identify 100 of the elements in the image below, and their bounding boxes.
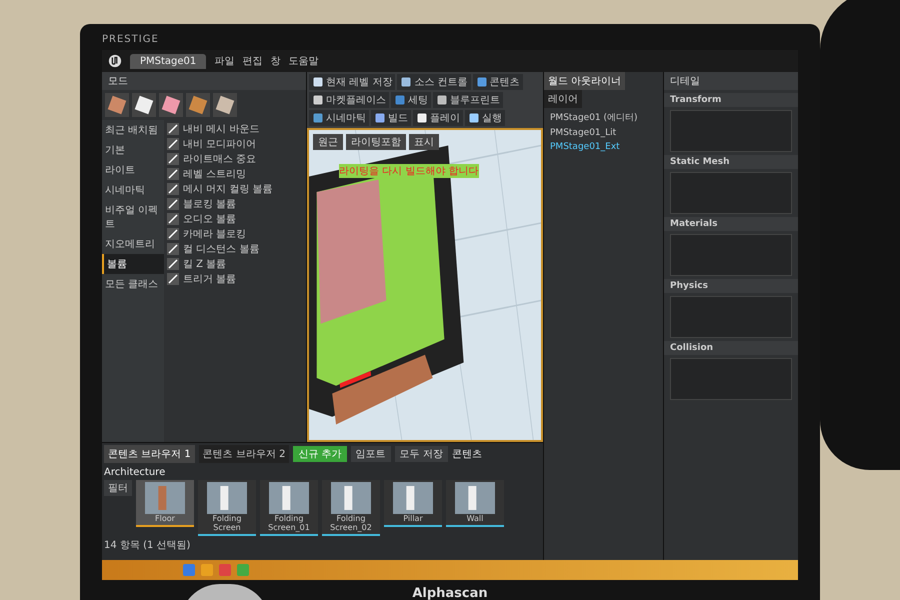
mode-icon[interactable] xyxy=(213,93,237,117)
actor-item[interactable]: 메시 머지 컬링 볼륨 xyxy=(183,182,273,196)
actor-item[interactable]: 트리거 볼륨 xyxy=(183,272,236,286)
path-crumb[interactable]: 콘텐츠 xyxy=(452,447,482,461)
volume-icon xyxy=(166,182,180,196)
mode-icon[interactable] xyxy=(105,93,129,117)
property-field[interactable] xyxy=(670,358,792,400)
outliner-item[interactable]: PMStage01_Lit xyxy=(544,127,663,139)
asset-tile[interactable]: Folding Screen xyxy=(198,480,256,536)
asset-label: Folding Screen_02 xyxy=(329,514,373,532)
asset-tile[interactable]: Wall xyxy=(446,480,504,527)
asset-tile[interactable]: Folding Screen_01 xyxy=(260,480,318,536)
volume-icon xyxy=(166,242,180,256)
brand-label: Alphascan xyxy=(412,585,488,600)
filter-button[interactable]: 필터 xyxy=(104,480,132,496)
path-crumb[interactable]: Architecture xyxy=(104,467,166,478)
toolbar-button[interactable]: 플레이 xyxy=(413,110,463,126)
actor-item[interactable]: 블로킹 볼륨 xyxy=(183,197,236,211)
actor-item[interactable]: 오디오 볼륨 xyxy=(183,212,236,226)
toolbar-button[interactable]: 시네마틱 xyxy=(309,110,369,126)
panel-title: 모드 xyxy=(102,72,306,90)
toolbar-button[interactable]: 소스 컨트롤 xyxy=(397,74,471,90)
actor-item[interactable]: 컬 디스턴스 볼륨 xyxy=(183,242,260,256)
tool-icon xyxy=(312,94,324,106)
tool-icon xyxy=(416,112,428,124)
outliner-item[interactable]: PMStage01 (에디터) xyxy=(544,110,663,125)
asset-tile[interactable]: Folding Screen_02 xyxy=(322,480,380,536)
tool-icon xyxy=(312,112,324,124)
tool-icon xyxy=(374,112,386,124)
category-item[interactable]: 지오메트리 xyxy=(102,234,164,254)
category-item[interactable]: 볼륨 xyxy=(102,254,164,274)
level-tab[interactable]: PMStage01 xyxy=(130,54,206,68)
asset-thumbnail xyxy=(145,482,185,514)
asset-tile[interactable]: Floor xyxy=(136,480,194,527)
section-header[interactable]: Materials xyxy=(664,217,798,231)
app-icon[interactable] xyxy=(200,563,214,577)
tool-icon xyxy=(394,94,406,106)
category-item[interactable]: 모든 클래스 xyxy=(102,274,164,294)
asset-tile[interactable]: Pillar xyxy=(384,480,442,527)
panel-tab[interactable]: 콘텐츠 브라우저 1 xyxy=(104,445,195,463)
panel-tab[interactable]: 월드 아웃라이너 xyxy=(544,72,626,90)
volume-icon xyxy=(166,257,180,271)
tool-icon xyxy=(476,76,488,88)
menu-item[interactable]: 파일 xyxy=(214,54,234,68)
toolbar-button[interactable]: 현재 레벨 저장 xyxy=(309,74,396,90)
section-header[interactable]: Static Mesh xyxy=(664,155,798,169)
mode-icon[interactable] xyxy=(132,93,156,117)
section-header[interactable]: Collision xyxy=(664,341,798,355)
toolbar-button[interactable]: 블루프린트 xyxy=(433,92,503,108)
property-field[interactable] xyxy=(670,172,792,214)
actor-item[interactable]: 카메라 블로킹 xyxy=(183,227,246,241)
asset-label: Floor xyxy=(155,514,175,523)
actor-item[interactable]: 킬 Z 볼륨 xyxy=(183,257,226,271)
panel-title: 디테일 xyxy=(664,72,798,90)
app-icon[interactable] xyxy=(236,563,250,577)
property-field[interactable] xyxy=(670,234,792,276)
menu-item[interactable]: 도움말 xyxy=(288,54,318,68)
property-field[interactable] xyxy=(670,296,792,338)
toolbar-button[interactable]: 마켓플레이스 xyxy=(309,92,389,108)
category-item[interactable]: 라이트 xyxy=(102,160,164,180)
volume-icon xyxy=(166,197,180,211)
category-item[interactable]: 비주얼 이펙트 xyxy=(102,200,164,234)
app-icon[interactable] xyxy=(182,563,196,577)
actor-item[interactable]: 내비 모디파이어 xyxy=(183,137,256,151)
asset-thumbnail xyxy=(331,482,371,514)
app-icon[interactable] xyxy=(218,563,232,577)
toolbar-button[interactable]: 실행 xyxy=(465,110,505,126)
outliner-item[interactable]: PMStage01_Ext xyxy=(544,141,663,153)
actor-item[interactable]: 라이트매스 중요 xyxy=(183,152,256,166)
panel-tab[interactable]: 콘텐츠 브라우저 2 xyxy=(198,445,290,463)
tool-icon xyxy=(468,112,480,124)
asset-label: Wall xyxy=(466,514,484,523)
category-item[interactable]: 기본 xyxy=(102,140,164,160)
asset-thumbnail xyxy=(393,482,433,514)
toolbar-button[interactable]: 세팅 xyxy=(391,92,431,108)
item-count: 14 항목 (1 선택됨) xyxy=(104,539,192,552)
menu-item[interactable]: 창 xyxy=(270,54,280,68)
actor-item[interactable]: 레벨 스트리밍 xyxy=(183,167,246,181)
panel-tab[interactable]: 레이어 xyxy=(544,90,582,108)
asset-label: Folding Screen xyxy=(212,514,242,532)
warning-text: 라이팅을 다시 빌드해야 합니다 xyxy=(339,164,479,178)
import-button[interactable]: 임포트 xyxy=(350,446,391,462)
asset-label: Pillar xyxy=(403,514,423,523)
toolbar-button[interactable]: 콘텐츠 xyxy=(472,74,523,90)
asset-thumbnail xyxy=(455,482,495,514)
viewport-button[interactable]: 라이팅포함 xyxy=(346,134,406,150)
menu-item[interactable]: 편집 xyxy=(242,54,262,68)
section-header[interactable]: Physics xyxy=(664,279,798,293)
viewport-button[interactable]: 원근 xyxy=(313,134,343,150)
tool-icon xyxy=(436,94,448,106)
property-field[interactable] xyxy=(670,110,792,152)
section-header[interactable]: Transform xyxy=(664,93,798,107)
mode-icon[interactable] xyxy=(159,93,183,117)
viewport-button[interactable]: 표시 xyxy=(409,134,439,150)
actor-item[interactable]: 내비 메시 바운드 xyxy=(183,122,260,136)
save-all-button[interactable]: 모두 저장 xyxy=(394,446,448,462)
toolbar-button[interactable]: 빌드 xyxy=(371,110,411,126)
category-item[interactable]: 최근 배치됨 xyxy=(102,120,164,140)
volume-icon xyxy=(166,152,180,166)
category-item[interactable]: 시네마틱 xyxy=(102,180,164,200)
